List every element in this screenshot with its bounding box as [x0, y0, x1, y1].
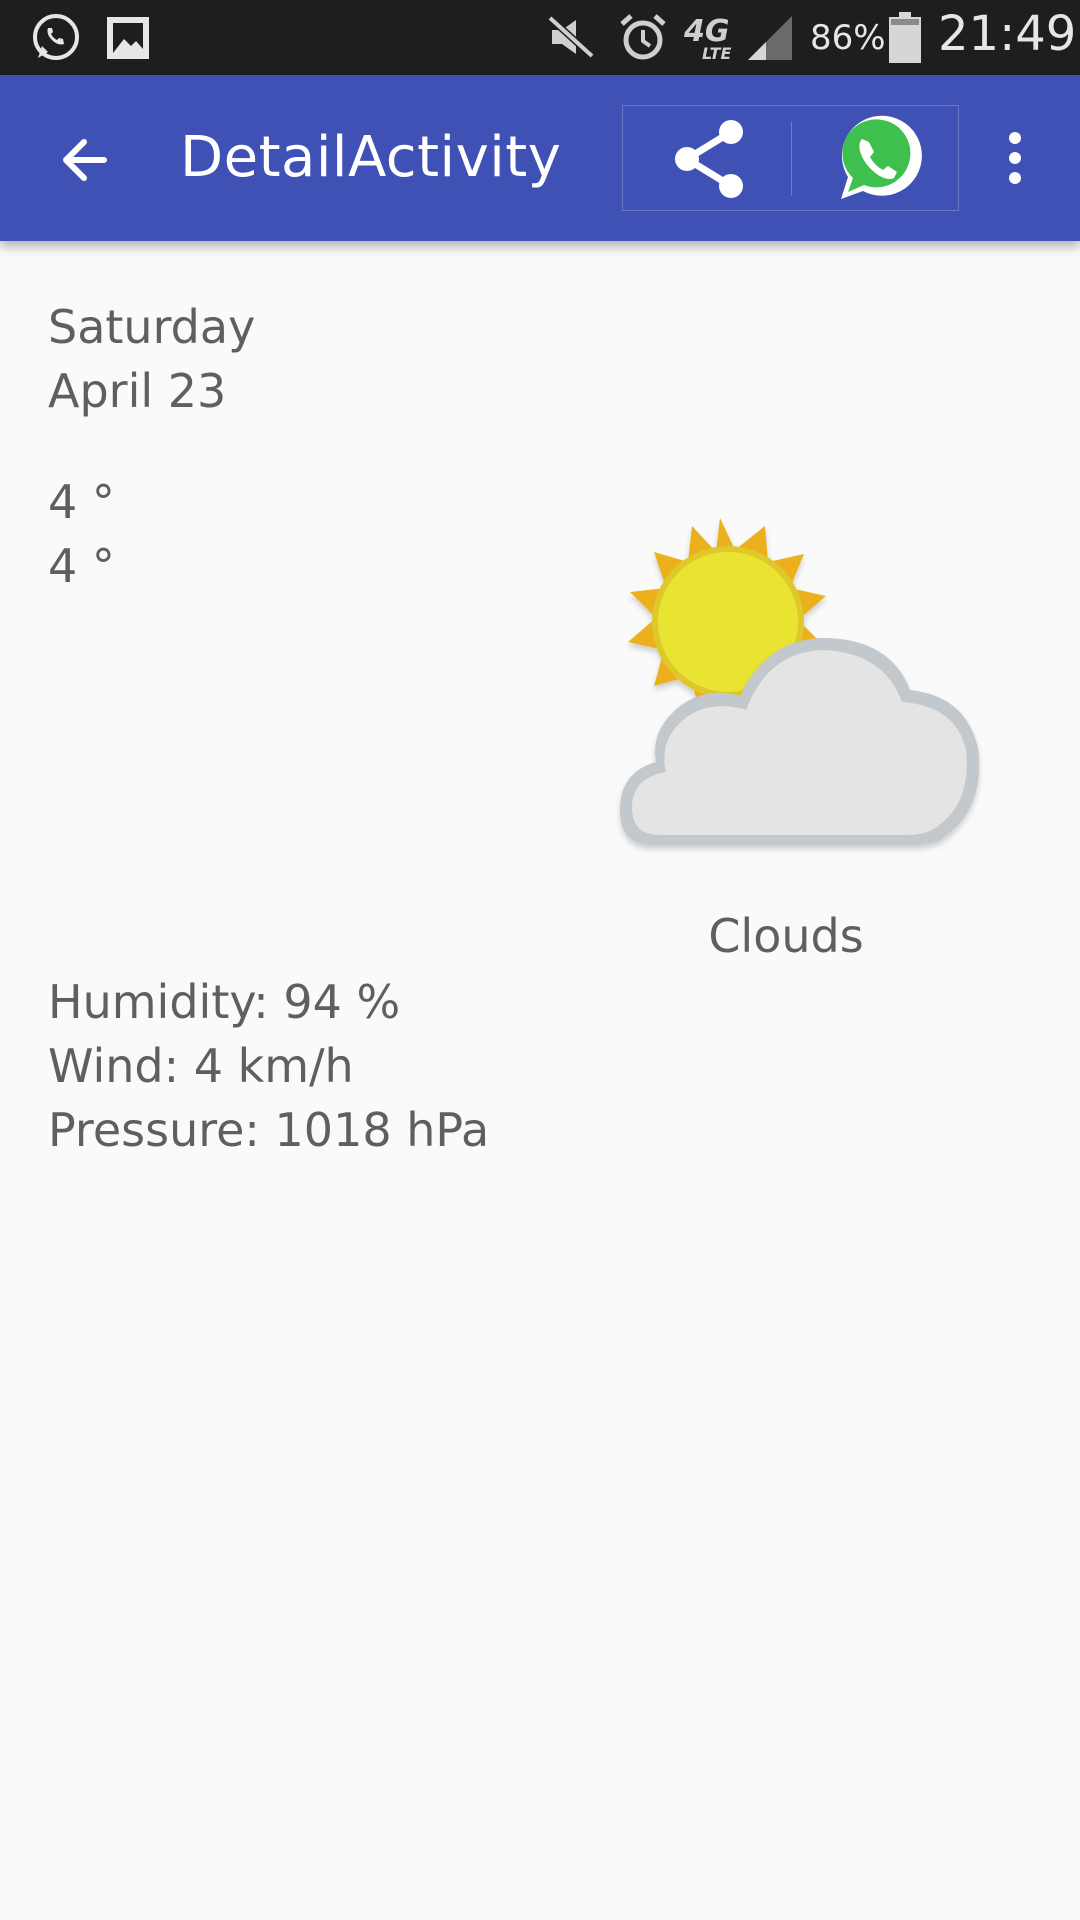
whatsapp-icon — [841, 115, 922, 199]
day-label: Saturday — [48, 300, 256, 354]
action-bar-group — [622, 105, 959, 211]
page-title: DetailActivity — [180, 125, 562, 190]
humidity-label: Humidity: 94 % — [48, 975, 401, 1029]
date-label: April 23 — [48, 364, 227, 418]
status-bar: 4G LTE 86% 21:49 — [0, 0, 1080, 75]
low-temp: 4 ° — [48, 539, 115, 593]
battery-icon — [888, 12, 922, 68]
overflow-menu-button[interactable] — [980, 115, 1050, 201]
alarm-icon — [616, 10, 670, 68]
wind-label: Wind: 4 km/h — [48, 1039, 354, 1093]
clock-time: 21:49 — [938, 6, 1077, 62]
share-icon — [675, 120, 743, 198]
battery-percent: 86% — [810, 18, 886, 58]
action-divider — [791, 122, 792, 196]
gallery-notification-icon — [104, 14, 152, 66]
signal-icon — [746, 14, 796, 66]
pressure-label: Pressure: 1018 hPa — [48, 1103, 490, 1157]
partly-cloudy-icon — [590, 510, 990, 860]
network-sub-label: LTE — [702, 44, 732, 63]
network-type-icon: 4G LTE — [684, 14, 734, 64]
condition-label: Clouds — [708, 909, 864, 963]
mute-icon — [546, 12, 596, 66]
more-vert-icon — [1009, 132, 1021, 184]
app-bar: DetailActivity — [0, 75, 1080, 241]
arrow-back-icon — [63, 139, 107, 181]
whatsapp-notification-icon — [30, 12, 82, 68]
back-button[interactable] — [44, 120, 124, 200]
high-temp: 4 ° — [48, 475, 115, 529]
whatsapp-share-button[interactable] — [827, 110, 927, 208]
share-button[interactable] — [659, 114, 759, 204]
